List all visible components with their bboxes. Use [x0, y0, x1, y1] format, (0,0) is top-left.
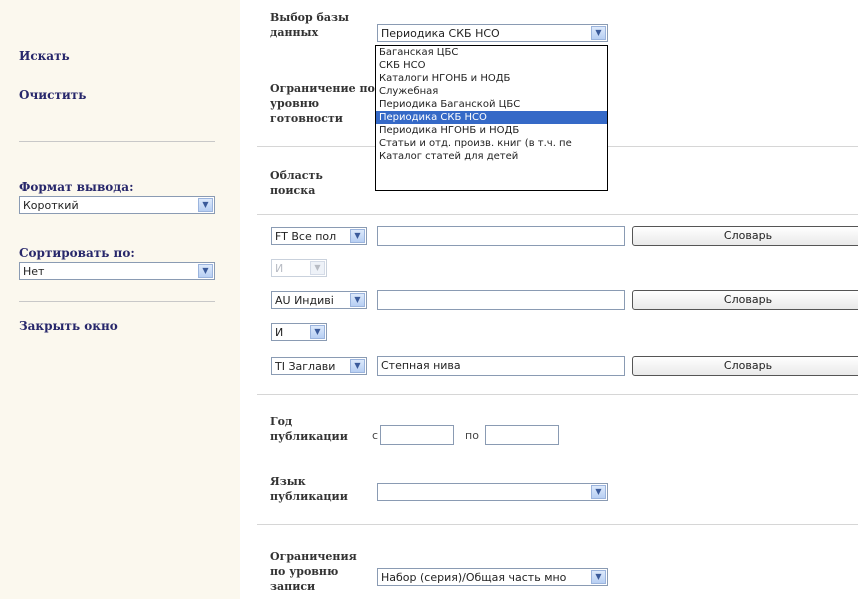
search-term-input-1[interactable] — [377, 226, 625, 246]
chevron-down-icon: ▼ — [591, 485, 606, 499]
database-option[interactable]: Статьи и отд. произв. книг (в т.ч. пе — [376, 137, 607, 150]
database-option[interactable]: СКБ НСО — [376, 59, 607, 72]
sort-select-value: Нет — [23, 265, 45, 278]
divider — [257, 394, 858, 395]
chevron-down-icon: ▼ — [591, 26, 606, 40]
sidebar: Искать Очистить Формат вывода: Короткий … — [0, 0, 240, 599]
database-option[interactable]: Баганская ЦБС — [376, 46, 607, 59]
database-option[interactable]: Каталоги НГОНБ и НОДБ — [376, 72, 607, 85]
readiness-label: Ограничение по уровню готовности — [270, 82, 375, 125]
divider — [257, 214, 858, 215]
record-level-label: Ограничения по уровню записи — [270, 550, 357, 593]
database-select[interactable]: Периодика СКБ НСО ▼ — [377, 24, 608, 42]
format-select-value: Короткий — [23, 199, 79, 212]
chevron-down-icon: ▼ — [350, 359, 365, 373]
divider — [257, 524, 858, 525]
sort-select[interactable]: Нет ▼ — [19, 262, 215, 280]
database-select-value: Периодика СКБ НСО — [381, 27, 500, 40]
language-select[interactable]: ▼ — [377, 483, 608, 501]
search-field-value: FT Все пол — [275, 230, 337, 243]
record-level-select[interactable]: Набор (серия)/Общая часть мно ▼ — [377, 568, 608, 586]
operator-select-1[interactable]: И ▼ — [271, 259, 327, 277]
database-option[interactable]: Каталог статей для детей — [376, 150, 607, 163]
search-field-select-3[interactable]: TI Заглави ▼ — [271, 357, 367, 375]
database-option[interactable]: Периодика НГОНБ и НОДБ — [376, 124, 607, 137]
search-link[interactable]: Искать — [19, 49, 70, 63]
chevron-down-icon: ▼ — [310, 325, 325, 339]
search-field-value: TI Заглави — [275, 360, 336, 373]
search-area-label: Область поиска — [270, 169, 323, 197]
operator-value: И — [275, 262, 284, 275]
format-select[interactable]: Короткий ▼ — [19, 196, 215, 214]
chevron-down-icon: ▼ — [198, 264, 213, 278]
year-to-label: по — [465, 429, 479, 442]
record-level-select-value: Набор (серия)/Общая часть мно — [381, 571, 567, 584]
chevron-down-icon: ▼ — [198, 198, 213, 212]
search-field-value: AU Индиві — [275, 294, 334, 307]
dictionary-button-2[interactable]: Словарь — [632, 290, 858, 310]
database-label: Выбор базы данных — [270, 11, 350, 39]
year-label: Год публикации — [270, 415, 348, 443]
dictionary-button-3[interactable]: Словарь — [632, 356, 858, 376]
search-field-select-1[interactable]: FT Все пол ▼ — [271, 227, 367, 245]
search-term-value: Степная нива — [381, 359, 461, 372]
operator-value: И — [275, 326, 284, 339]
search-term-input-2[interactable] — [377, 290, 625, 310]
language-label: Язык публикации — [270, 475, 348, 503]
dictionary-button-1[interactable]: Словарь — [632, 226, 858, 246]
format-label: Формат вывода: — [19, 180, 134, 194]
operator-select-2[interactable]: И ▼ — [271, 323, 327, 341]
database-option[interactable]: Служебная — [376, 85, 607, 98]
divider — [19, 301, 215, 302]
chevron-down-icon: ▼ — [591, 570, 606, 584]
chevron-down-icon: ▼ — [350, 293, 365, 307]
sort-label: Сортировать по: — [19, 246, 135, 260]
search-term-input-3[interactable]: Степная нива — [377, 356, 625, 376]
database-dropdown-list[interactable]: Баганская ЦБС СКБ НСО Каталоги НГОНБ и Н… — [375, 45, 608, 191]
year-from-input[interactable] — [380, 425, 454, 445]
database-option[interactable]: Периодика Баганской ЦБС — [376, 98, 607, 111]
close-window-link[interactable]: Закрыть окно — [19, 319, 118, 333]
search-field-select-2[interactable]: AU Индиві ▼ — [271, 291, 367, 309]
clear-link[interactable]: Очистить — [19, 88, 86, 102]
chevron-down-icon: ▼ — [350, 229, 365, 243]
year-from-label: с — [372, 429, 379, 442]
chevron-down-icon: ▼ — [310, 261, 325, 275]
year-to-input[interactable] — [485, 425, 559, 445]
database-option-selected[interactable]: Периодика СКБ НСО — [376, 111, 607, 124]
divider — [19, 141, 215, 142]
